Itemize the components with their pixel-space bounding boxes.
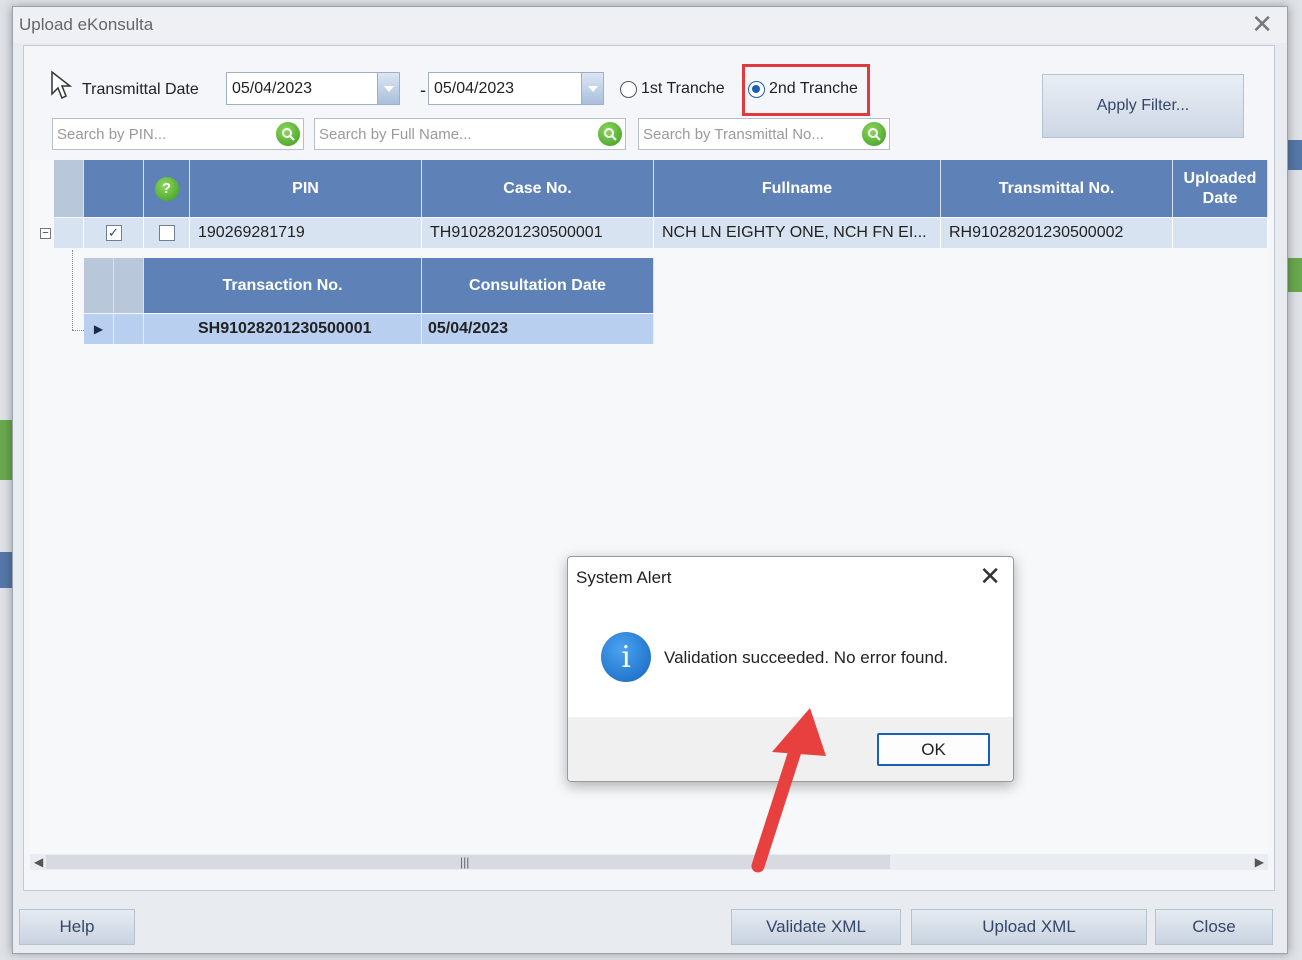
search-icon[interactable] bbox=[862, 122, 886, 146]
scrollbar-grip-icon: ||| bbox=[460, 855, 470, 869]
dialog-title: System Alert bbox=[576, 568, 672, 587]
highlight-box-annotation bbox=[742, 64, 870, 116]
title-bar: Upload eKonsulta ✕ bbox=[13, 7, 1287, 43]
search-transmittal-placeholder[interactable]: Search by Transmittal No... bbox=[639, 126, 862, 143]
help-icon[interactable]: ? bbox=[154, 176, 179, 201]
close-button[interactable]: Close bbox=[1155, 909, 1273, 945]
apply-filter-button[interactable]: Apply Filter... bbox=[1042, 74, 1244, 138]
cell-transaction-no[interactable]: SH91028201230500001 bbox=[144, 314, 422, 344]
cell-transmittal-no-text: RH91028201230500002 bbox=[949, 224, 1124, 241]
date-from-picker[interactable]: 05/04/2023 bbox=[226, 72, 400, 105]
window-close-icon[interactable]: ✕ bbox=[1251, 10, 1273, 38]
cell-pin-text: 190269281719 bbox=[198, 224, 305, 241]
grid-header-uploaded-date[interactable]: Uploaded Date bbox=[1173, 160, 1268, 217]
grid-header-transmittal-no[interactable]: Transmittal No. bbox=[941, 160, 1173, 217]
cell-consultation-date-text: 05/04/2023 bbox=[428, 320, 509, 337]
cell-case-no[interactable]: TH91028201230500001 bbox=[422, 218, 654, 248]
mouse-pointer-icon bbox=[51, 70, 72, 100]
upload-ekonsulta-window: Upload eKonsulta ✕ Transmittal Date 05/0… bbox=[12, 6, 1288, 954]
cell-fullname[interactable]: NCH LN EIGHTY ONE, NCH FN EI... bbox=[654, 218, 941, 248]
radio-circle-icon[interactable] bbox=[620, 80, 637, 98]
system-alert-dialog: System Alert ✕ i Validation succeeded. N… bbox=[567, 556, 1014, 782]
row-checkbox-cell[interactable]: ✓ bbox=[84, 218, 144, 248]
dialog-message: Validation succeeded. No error found. bbox=[664, 648, 949, 667]
search-pin-placeholder[interactable]: Search by PIN... bbox=[53, 126, 276, 143]
date-from-value[interactable]: 05/04/2023 bbox=[227, 80, 377, 98]
row-checkbox-cell-2[interactable] bbox=[144, 218, 190, 248]
search-icon[interactable] bbox=[598, 122, 622, 146]
table-row[interactable] bbox=[54, 218, 84, 248]
grid-header-fullname[interactable]: Fullname bbox=[654, 160, 941, 217]
grid-header-case-no[interactable]: Case No. bbox=[422, 160, 654, 217]
subgrid-row-blank[interactable] bbox=[114, 314, 144, 344]
cell-transaction-no-text: SH91028201230500001 bbox=[198, 320, 372, 337]
checkbox-icon[interactable] bbox=[158, 225, 175, 241]
search-fullname-input[interactable]: Search by Full Name... bbox=[314, 118, 626, 150]
search-transmittal-input[interactable]: Search by Transmittal No... bbox=[638, 118, 890, 150]
checkbox-checked-icon[interactable]: ✓ bbox=[105, 225, 122, 241]
cell-case-no-text: TH91028201230500001 bbox=[430, 224, 603, 241]
subgrid-header-transaction-no[interactable]: Transaction No. bbox=[144, 258, 422, 313]
grid-header-select bbox=[84, 160, 144, 217]
grid-header-pin[interactable]: PIN bbox=[190, 160, 422, 217]
scroll-right-icon[interactable]: ▶ bbox=[1255, 854, 1264, 870]
cell-transmittal-no[interactable]: RH91028201230500002 bbox=[941, 218, 1173, 248]
radio-1st-tranche[interactable]: 1st Tranche bbox=[620, 80, 725, 98]
subgrid-header-blank bbox=[84, 258, 114, 313]
cell-fullname-text: NCH LN EIGHTY ONE, NCH FN EI... bbox=[662, 224, 927, 241]
search-pin-input[interactable]: Search by PIN... bbox=[52, 118, 304, 150]
collapse-icon[interactable]: − bbox=[40, 228, 51, 239]
scroll-left-icon[interactable]: ◀ bbox=[34, 854, 43, 870]
cell-uploaded-date[interactable] bbox=[1173, 218, 1268, 248]
cell-pin[interactable]: 190269281719 bbox=[190, 218, 422, 248]
info-icon: i bbox=[601, 632, 651, 682]
upload-xml-button[interactable]: Upload XML bbox=[911, 909, 1147, 945]
search-fullname-placeholder[interactable]: Search by Full Name... bbox=[315, 126, 598, 143]
window-title: Upload eKonsulta bbox=[19, 15, 154, 34]
background-green-tab bbox=[0, 420, 12, 480]
transmittal-date-label: Transmittal Date bbox=[82, 81, 199, 98]
tree-line bbox=[72, 250, 73, 330]
cell-consultation-date[interactable]: 05/04/2023 bbox=[422, 314, 654, 344]
search-icon[interactable] bbox=[276, 122, 300, 146]
filter-bar: Transmittal Date 05/04/2023 - 05/04/2023… bbox=[24, 46, 1274, 158]
ok-button[interactable]: OK bbox=[877, 733, 990, 766]
dialog-close-icon[interactable]: ✕ bbox=[979, 561, 1001, 592]
validate-xml-button[interactable]: Validate XML bbox=[731, 909, 901, 945]
background-blue-tab bbox=[0, 552, 12, 588]
subgrid-row-indicator[interactable]: ▶ bbox=[84, 314, 114, 344]
grid-header-blank bbox=[54, 160, 84, 217]
help-button[interactable]: Help bbox=[19, 909, 135, 945]
date-to-value[interactable]: 05/04/2023 bbox=[429, 80, 581, 98]
horizontal-scrollbar[interactable]: ◀ ||| ▶ bbox=[30, 854, 1268, 870]
subgrid-header-blank-2 bbox=[114, 258, 144, 313]
date-separator: - bbox=[420, 80, 426, 100]
radio-1st-tranche-label[interactable]: 1st Tranche bbox=[641, 80, 725, 98]
date-to-picker[interactable]: 05/04/2023 bbox=[428, 72, 604, 105]
row-pointer-icon: ▶ bbox=[93, 322, 104, 336]
subgrid-header-consultation-date[interactable]: Consultation Date bbox=[422, 258, 654, 313]
grid-header-help: ? bbox=[144, 160, 190, 217]
dropdown-arrow-icon[interactable] bbox=[377, 73, 399, 104]
dropdown-arrow-icon[interactable] bbox=[581, 73, 603, 104]
